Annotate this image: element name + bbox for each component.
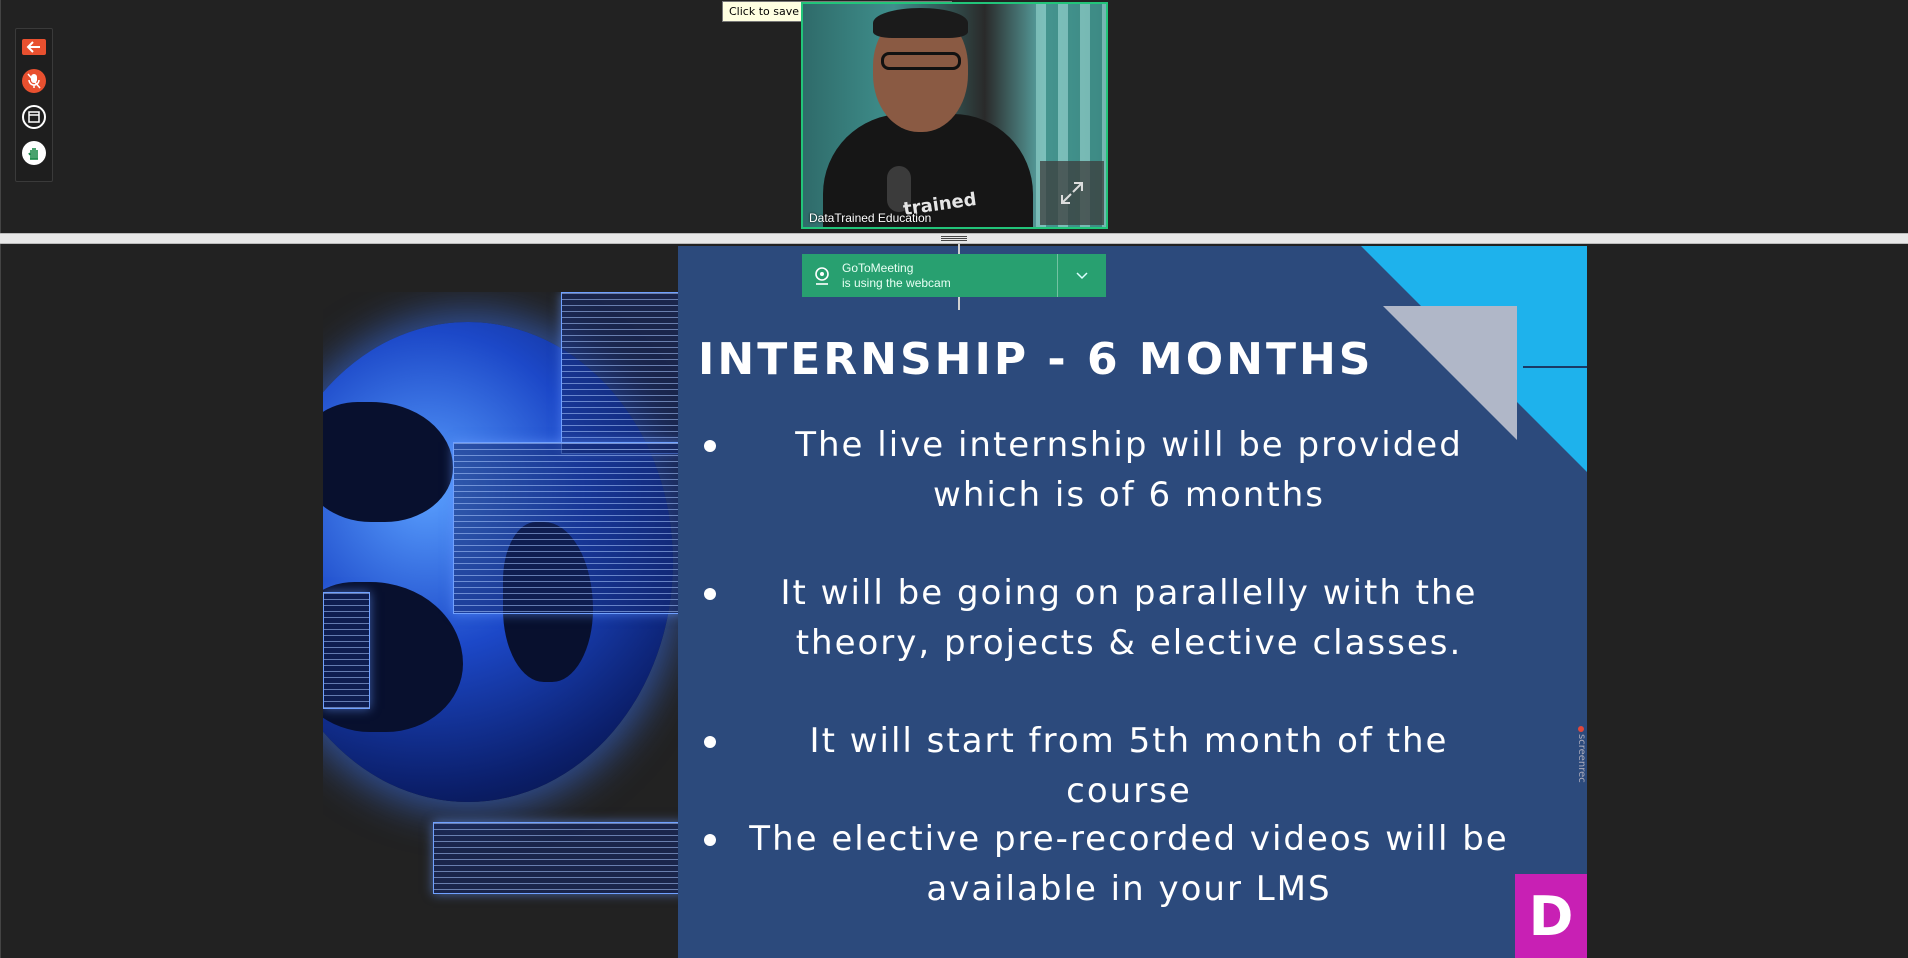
globe-illustration — [323, 292, 678, 908]
bullet-text: The live internship will be provided whi… — [795, 425, 1463, 515]
webcam-video-tile[interactable]: trained DataTrained Education — [801, 2, 1108, 229]
bullet-dot-icon — [704, 440, 716, 452]
participant-name-label: DataTrained Education — [809, 211, 932, 225]
record-dot-icon — [1578, 726, 1584, 732]
presenter-hair — [873, 8, 968, 38]
bullet-item: The elective pre-recorded videos will be… — [704, 814, 1514, 914]
screen-share-button[interactable] — [22, 105, 46, 129]
bullet-text: The elective pre-recorded videos will be… — [749, 819, 1509, 909]
shared-screen: INTERNSHIP - 6 MONTHS The live internshi… — [0, 244, 1908, 958]
webcam-strip: Click to save a picture to your desktop.… — [0, 0, 1908, 233]
webcam-icon — [815, 266, 829, 285]
bullet-text: It will start from 5th month of the cour… — [809, 721, 1449, 811]
slide-title: INTERNSHIP - 6 MONTHS — [698, 334, 1374, 385]
code-overlay-panel — [433, 822, 678, 894]
bullet-item: The live internship will be provided whi… — [704, 420, 1514, 520]
notification-icon-wrap — [802, 254, 842, 297]
bullet-dot-icon — [704, 736, 716, 748]
code-overlay-panel — [323, 592, 370, 709]
bullet-item: It will be going on parallelly with the … — [704, 568, 1514, 668]
notification-expand-button[interactable] — [1058, 254, 1106, 297]
divider-resize-handle[interactable] — [941, 236, 967, 242]
expand-video-button[interactable] — [1040, 161, 1104, 225]
window-icon — [28, 111, 40, 123]
screenrec-watermark: screenrec — [1573, 726, 1587, 794]
bullet-item: It will start from 5th month of the cour… — [704, 716, 1514, 816]
arrow-left-icon — [26, 41, 40, 53]
mute-microphone-button[interactable] — [22, 69, 46, 93]
back-button[interactable] — [22, 39, 46, 55]
code-overlay-panel — [561, 292, 678, 454]
notification-message: is using the webcam — [842, 275, 951, 290]
microphone-muted-icon — [27, 73, 41, 89]
chevron-down-icon — [1076, 271, 1088, 279]
pane-divider — [0, 233, 1908, 244]
expand-icon — [1061, 182, 1083, 204]
meeting-toolbar — [15, 28, 53, 182]
presentation-slide: INTERNSHIP - 6 MONTHS The live internshi… — [678, 246, 1587, 958]
continent-shape — [323, 402, 453, 522]
notification-text: GoToMeeting is using the webcam — [842, 261, 1057, 291]
webcam-in-use-notification[interactable]: GoToMeeting is using the webcam — [802, 254, 1106, 297]
datatrained-logo: D — [1515, 874, 1587, 958]
presenter-glasses — [881, 52, 961, 70]
bullet-dot-icon — [704, 834, 716, 846]
decorative-line — [1523, 366, 1587, 368]
raise-hand-button[interactable] — [22, 141, 46, 165]
notification-app-name: GoToMeeting — [842, 260, 914, 275]
bullet-dot-icon — [704, 588, 716, 600]
code-overlay-panel — [453, 442, 678, 614]
bullet-text: It will be going on parallelly with the … — [780, 573, 1478, 663]
hand-raise-icon — [28, 148, 38, 160]
